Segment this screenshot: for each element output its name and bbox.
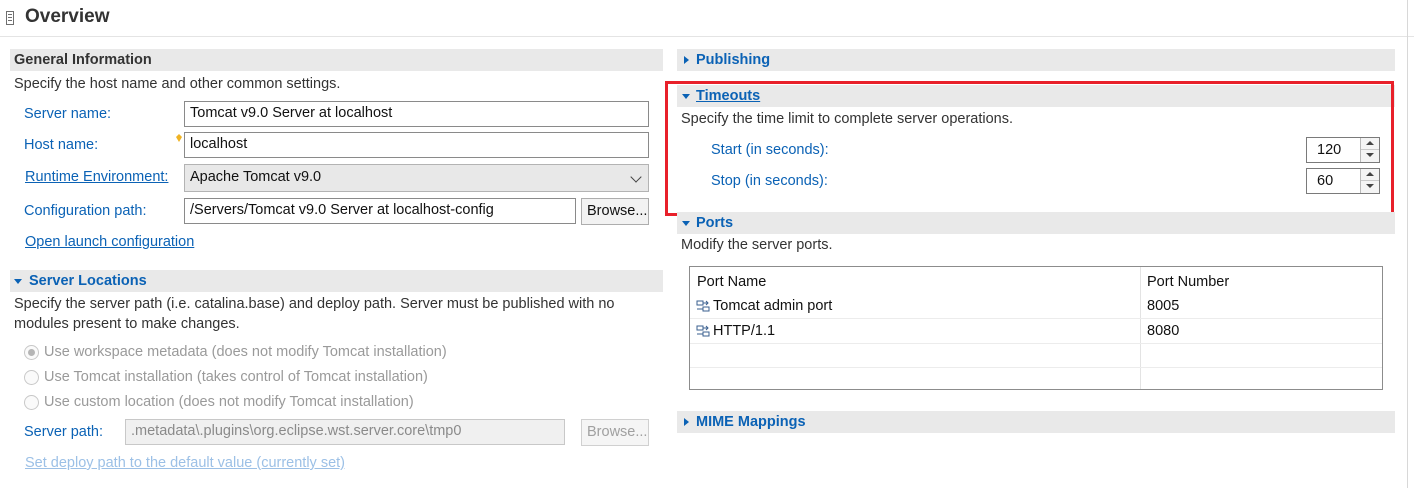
set-deploy-path-link[interactable]: Set deploy path to the default value (cu… — [25, 455, 345, 471]
server-path-label: Server path: — [24, 424, 103, 440]
mime-mappings-section-header[interactable]: MIME Mappings — [677, 411, 1395, 433]
port-icon — [696, 323, 710, 337]
chevron-down-icon — [630, 171, 642, 183]
general-information-section-header: General Information — [10, 49, 663, 71]
general-information-title: General Information — [14, 52, 152, 68]
general-information-description: Specify the host name and other common s… — [14, 76, 341, 92]
server-locations-title: Server Locations — [29, 273, 147, 289]
row-divider — [690, 343, 1382, 344]
radio-workspace-metadata-label: Use workspace metadata (does not modify … — [44, 344, 447, 360]
port-name-cell: HTTP/1.1 — [713, 323, 776, 339]
configuration-browse-button[interactable]: Browse... — [581, 198, 649, 225]
row-divider — [690, 367, 1382, 368]
runtime-environment-select[interactable]: Apache Tomcat v9.0 — [184, 164, 649, 192]
timeouts-highlight-box — [665, 81, 1394, 216]
publishing-title: Publishing — [696, 52, 771, 68]
ports-description: Modify the server ports. — [681, 237, 833, 253]
server-name-field[interactable]: Tomcat v9.0 Server at localhost — [184, 101, 649, 127]
collapse-triangle-icon — [682, 221, 690, 226]
radio-custom-location-label: Use custom location (does not modify Tom… — [44, 394, 414, 410]
server-path-field[interactable]: .metadata\.plugins\org.eclipse.wst.serve… — [125, 419, 565, 445]
radio-workspace-metadata[interactable] — [24, 345, 39, 360]
vertical-scrollbar[interactable] — [1407, 0, 1408, 488]
collapse-triangle-icon — [14, 279, 22, 284]
page-title: Overview — [25, 6, 110, 27]
port-name-cell: Tomcat admin port — [713, 298, 833, 314]
configuration-path-field[interactable]: /Servers/Tomcat v9.0 Server at localhost… — [184, 198, 576, 224]
mime-mappings-title: MIME Mappings — [696, 414, 806, 430]
header-divider — [0, 36, 1414, 37]
radio-custom-location[interactable] — [24, 395, 39, 410]
configuration-path-label: Configuration path: — [24, 203, 147, 219]
runtime-environment-link[interactable]: Runtime Environment: — [25, 169, 168, 185]
radio-tomcat-installation[interactable] — [24, 370, 39, 385]
server-locations-section-header[interactable]: Server Locations — [10, 270, 663, 292]
ports-table[interactable]: Port Name Port Number Tomcat admin port … — [689, 266, 1383, 390]
port-number-cell: 8005 — [1147, 298, 1180, 314]
runtime-environment-value: Apache Tomcat v9.0 — [190, 169, 322, 185]
radio-tomcat-installation-label: Use Tomcat installation (takes control o… — [44, 369, 428, 385]
host-name-label: Host name: — [24, 137, 99, 153]
expand-triangle-icon — [684, 418, 689, 426]
column-header-port-name[interactable]: Port Name — [697, 274, 766, 290]
publishing-section-header[interactable]: Publishing — [677, 49, 1395, 71]
expand-triangle-icon — [684, 56, 689, 64]
server-locations-description-line1: Specify the server path (i.e. catalina.b… — [14, 296, 615, 312]
server-editor-icon — [6, 11, 14, 25]
table-row[interactable]: Tomcat admin port 8005 — [690, 294, 1382, 318]
server-locations-description-line2: modules present to make changes. — [14, 316, 240, 332]
ports-section-header[interactable]: Ports — [677, 212, 1395, 234]
column-header-port-number[interactable]: Port Number — [1147, 274, 1229, 290]
port-number-cell: 8080 — [1147, 323, 1180, 339]
table-row[interactable]: HTTP/1.1 8080 — [690, 319, 1382, 343]
ports-title: Ports — [696, 215, 734, 231]
open-launch-configuration-link[interactable]: Open launch configuration — [25, 234, 194, 250]
server-path-browse-button[interactable]: Browse... — [581, 419, 649, 446]
server-name-label: Server name: — [24, 106, 112, 122]
port-icon — [696, 298, 710, 312]
host-name-field[interactable]: localhost — [184, 132, 649, 158]
content-assist-bulb-icon — [176, 130, 182, 142]
